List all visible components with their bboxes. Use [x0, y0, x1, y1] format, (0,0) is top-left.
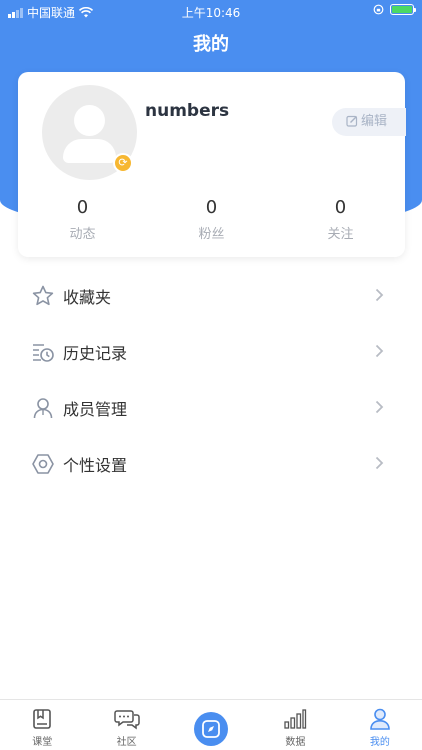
tab-label: 课堂 — [32, 737, 53, 748]
menu-item-settings[interactable]: 个性设置 — [0, 436, 422, 492]
edit-label: 编辑 — [361, 114, 388, 129]
chat-icon — [113, 710, 140, 730]
bar-chart-icon — [284, 709, 307, 729]
stat-fans[interactable]: 0 粉丝 — [147, 197, 276, 242]
history-icon — [33, 344, 54, 362]
page-title: 我的 — [193, 34, 229, 55]
menu-label: 个性设置 — [63, 456, 128, 475]
edit-button[interactable]: 编辑 — [332, 108, 406, 136]
user-icon — [370, 708, 390, 730]
chevron-right-icon — [375, 456, 384, 470]
menu-label: 历史记录 — [63, 344, 128, 363]
tab-community[interactable]: 社区 — [84, 700, 168, 750]
tab-label: 数据 — [285, 737, 306, 748]
member-icon — [33, 398, 53, 419]
menu-item-members[interactable]: 成员管理 — [0, 380, 422, 436]
stat-value: 0 — [76, 197, 89, 218]
menu-item-favorites[interactable]: 收藏夹 — [0, 268, 422, 324]
tab-label: 我的 — [369, 737, 390, 748]
stat-value: 0 — [334, 197, 347, 218]
status-bar: 中国联通 上午10:46 — [0, 0, 422, 22]
tab-bar: 课堂 社区 数据 我的 — [0, 699, 422, 750]
menu-list: 收藏夹 历史记录 成员管理 个性设置 — [0, 268, 422, 492]
star-icon — [32, 285, 54, 306]
compass-button[interactable] — [194, 712, 229, 746]
stat-label: 关注 — [327, 227, 354, 242]
status-time: 上午10:46 — [181, 6, 241, 20]
orientation-lock-icon — [373, 4, 384, 15]
username: numbers — [145, 101, 230, 121]
stat-posts[interactable]: 0 动态 — [18, 197, 147, 242]
tab-mine[interactable]: 我的 — [338, 700, 422, 750]
edit-icon — [346, 115, 358, 127]
book-icon — [33, 709, 52, 729]
menu-item-history[interactable]: 历史记录 — [0, 324, 422, 380]
settings-icon — [32, 454, 54, 474]
refresh-icon[interactable]: ⟳ — [113, 153, 133, 173]
tab-data[interactable]: 数据 — [253, 700, 337, 750]
tab-discover[interactable] — [169, 700, 253, 750]
profile-card: ⟳ numbers 编辑 0 动态 0 粉丝 0 关注 — [18, 72, 406, 257]
stats-row: 0 动态 0 粉丝 0 关注 — [18, 197, 405, 242]
chevron-right-icon — [375, 400, 384, 414]
chevron-right-icon — [375, 344, 384, 358]
menu-label: 成员管理 — [63, 400, 128, 419]
chevron-right-icon — [375, 288, 384, 302]
stat-label: 动态 — [69, 227, 96, 242]
battery-icon — [390, 4, 416, 15]
compass-icon — [202, 720, 220, 738]
status-bar-right — [373, 4, 416, 15]
tab-label: 社区 — [116, 737, 137, 748]
stat-following[interactable]: 0 关注 — [276, 197, 405, 242]
stat-value: 0 — [205, 197, 218, 218]
stat-label: 粉丝 — [198, 227, 225, 242]
menu-label: 收藏夹 — [63, 288, 112, 307]
tab-classroom[interactable]: 课堂 — [0, 700, 84, 750]
